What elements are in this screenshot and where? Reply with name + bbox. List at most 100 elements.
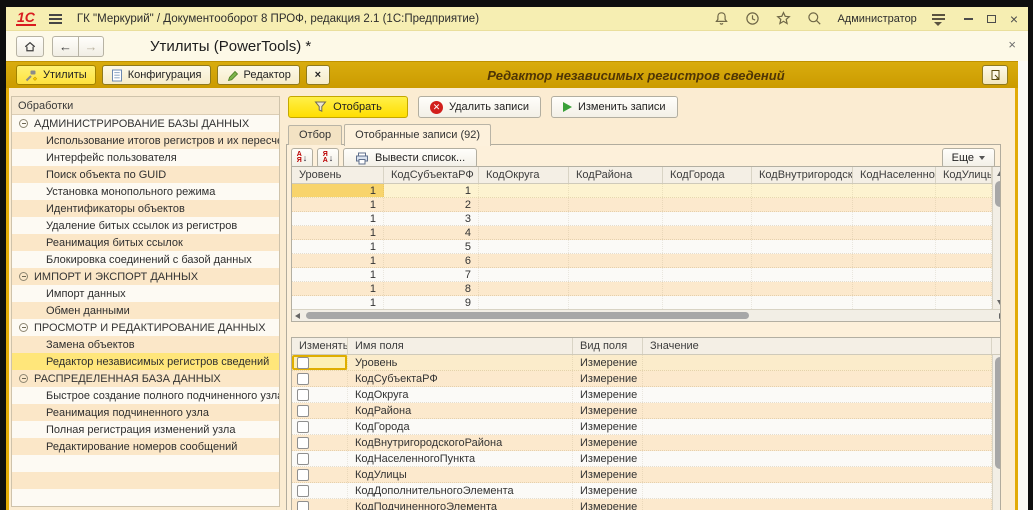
tab-selection[interactable]: Отбор [288, 125, 342, 145]
maximize-button[interactable] [987, 15, 996, 23]
table-cell[interactable] [752, 184, 853, 197]
table-row[interactable]: КодВнутригородскогоРайонаИзмерение [292, 435, 1001, 451]
column-header[interactable]: КодОкруга [479, 167, 569, 183]
table-cell[interactable] [292, 435, 348, 450]
field-kind-cell[interactable]: Измерение [573, 403, 643, 418]
table-cell[interactable] [292, 387, 348, 402]
column-header[interactable]: КодНаселенногоП... [853, 167, 936, 183]
table-cell[interactable] [663, 212, 752, 225]
modify-checkbox[interactable] [297, 469, 309, 481]
fields-vertical-scrollbar[interactable] [992, 355, 1001, 510]
table-cell[interactable] [853, 296, 936, 309]
sidebar-group[interactable]: АДМИНИСТРИРОВАНИЕ БАЗЫ ДАННЫХ [12, 115, 279, 132]
scroll-thumb[interactable] [306, 312, 749, 319]
table-cell[interactable]: 1 [292, 296, 384, 309]
table-cell[interactable] [853, 198, 936, 211]
sidebar-item[interactable]: Установка монопольного режима [12, 183, 279, 200]
table-cell[interactable]: 9 [384, 296, 479, 309]
modify-checkbox[interactable] [297, 405, 309, 417]
table-cell[interactable] [479, 268, 569, 281]
table-row[interactable]: КодНаселенногоПунктаИзмерение [292, 451, 1001, 467]
back-button[interactable]: ← [52, 36, 78, 57]
table-row[interactable]: 13 [292, 212, 1001, 226]
table-cell[interactable]: 3 [384, 212, 479, 225]
sidebar-item[interactable]: Интерфейс пользователя [12, 149, 279, 166]
table-cell[interactable] [853, 226, 936, 239]
column-header[interactable]: КодУлицы [936, 167, 992, 183]
modify-checkbox[interactable] [297, 373, 309, 385]
table-cell[interactable] [292, 499, 348, 510]
table-cell[interactable] [292, 355, 348, 370]
table-cell[interactable] [752, 240, 853, 253]
table-row[interactable]: 19 [292, 296, 1001, 310]
configuration-button[interactable]: Конфигурация [102, 65, 211, 85]
table-cell[interactable] [569, 184, 663, 197]
field-value-cell[interactable] [643, 371, 992, 386]
history-icon[interactable] [744, 11, 760, 27]
table-cell[interactable] [752, 212, 853, 225]
table-cell[interactable] [292, 483, 348, 498]
current-user[interactable]: Администратор [837, 13, 916, 25]
utilities-button[interactable]: Утилиты [16, 65, 96, 85]
table-cell[interactable]: 1 [292, 226, 384, 239]
table-cell[interactable]: 1 [292, 240, 384, 253]
sidebar-item[interactable]: Редактирование номеров сообщений [12, 438, 279, 455]
table-cell[interactable] [479, 296, 569, 309]
scroll-up-icon[interactable] [997, 171, 1001, 176]
sort-descending-button[interactable]: ЯА ↓ [317, 148, 339, 168]
column-header[interactable]: Уровень [292, 167, 384, 183]
table-cell[interactable] [663, 254, 752, 267]
field-name-cell[interactable]: Уровень [348, 355, 573, 370]
table-row[interactable]: 17 [292, 268, 1001, 282]
field-name-cell[interactable]: КодОкруга [348, 387, 573, 402]
field-name-cell[interactable]: КодВнутригородскогоРайона [348, 435, 573, 450]
field-kind-cell[interactable]: Измерение [573, 499, 643, 510]
table-row[interactable]: КодУлицыИзмерение [292, 467, 1001, 483]
table-cell[interactable] [663, 198, 752, 211]
tab-selected-records[interactable]: Отобранные записи (92) [344, 124, 491, 146]
sidebar-group[interactable]: РАСПРЕДЕЛЕННАЯ БАЗА ДАННЫХ [12, 370, 279, 387]
sidebar-group[interactable]: ИМПОРТ И ЭКСПОРТ ДАННЫХ [12, 268, 279, 285]
table-cell[interactable] [569, 254, 663, 267]
sidebar-item[interactable]: Блокировка соединений с базой данных [12, 251, 279, 268]
table-cell[interactable] [663, 296, 752, 309]
table-row[interactable]: КодГородаИзмерение [292, 419, 1001, 435]
scroll-right-icon[interactable] [999, 313, 1001, 319]
field-value-cell[interactable] [643, 483, 992, 498]
field-kind-cell[interactable]: Измерение [573, 451, 643, 466]
table-row[interactable]: КодПодчиненногоЭлементаИзмерение [292, 499, 1001, 510]
table-cell[interactable] [936, 282, 992, 295]
table-cell[interactable] [853, 212, 936, 225]
table-cell[interactable] [936, 296, 992, 309]
field-name-cell[interactable]: КодРайона [348, 403, 573, 418]
more-button[interactable]: Еще [942, 148, 995, 168]
collapse-minus-icon[interactable] [19, 272, 28, 281]
table-cell[interactable] [752, 198, 853, 211]
table-row[interactable]: КодСубъектаРФИзмерение [292, 371, 1001, 387]
scroll-thumb[interactable] [995, 181, 1001, 207]
table-cell[interactable]: 7 [384, 268, 479, 281]
modify-checkbox[interactable] [297, 437, 309, 449]
table-cell[interactable] [479, 240, 569, 253]
modify-records-button[interactable]: Изменить записи [551, 96, 678, 118]
table-cell[interactable]: 1 [292, 212, 384, 225]
minimize-button[interactable] [964, 18, 973, 20]
table-cell[interactable] [752, 282, 853, 295]
table-cell[interactable] [853, 268, 936, 281]
collapse-minus-icon[interactable] [19, 374, 28, 383]
table-cell[interactable] [663, 240, 752, 253]
field-value-cell[interactable] [643, 451, 992, 466]
table-cell[interactable] [853, 184, 936, 197]
column-header[interactable]: Вид поля [573, 338, 643, 354]
table-cell[interactable] [569, 240, 663, 253]
scroll-left-icon[interactable] [295, 313, 300, 319]
table-cell[interactable] [569, 296, 663, 309]
table-cell[interactable] [663, 282, 752, 295]
field-value-cell[interactable] [643, 355, 992, 370]
sidebar-item[interactable]: Удаление битых ссылок из регистров [12, 217, 279, 234]
sidebar-item[interactable]: Редактор независимых регистров сведений [12, 353, 279, 370]
home-button[interactable] [16, 36, 44, 57]
table-cell[interactable] [479, 212, 569, 225]
field-kind-cell[interactable]: Измерение [573, 467, 643, 482]
field-kind-cell[interactable]: Измерение [573, 371, 643, 386]
